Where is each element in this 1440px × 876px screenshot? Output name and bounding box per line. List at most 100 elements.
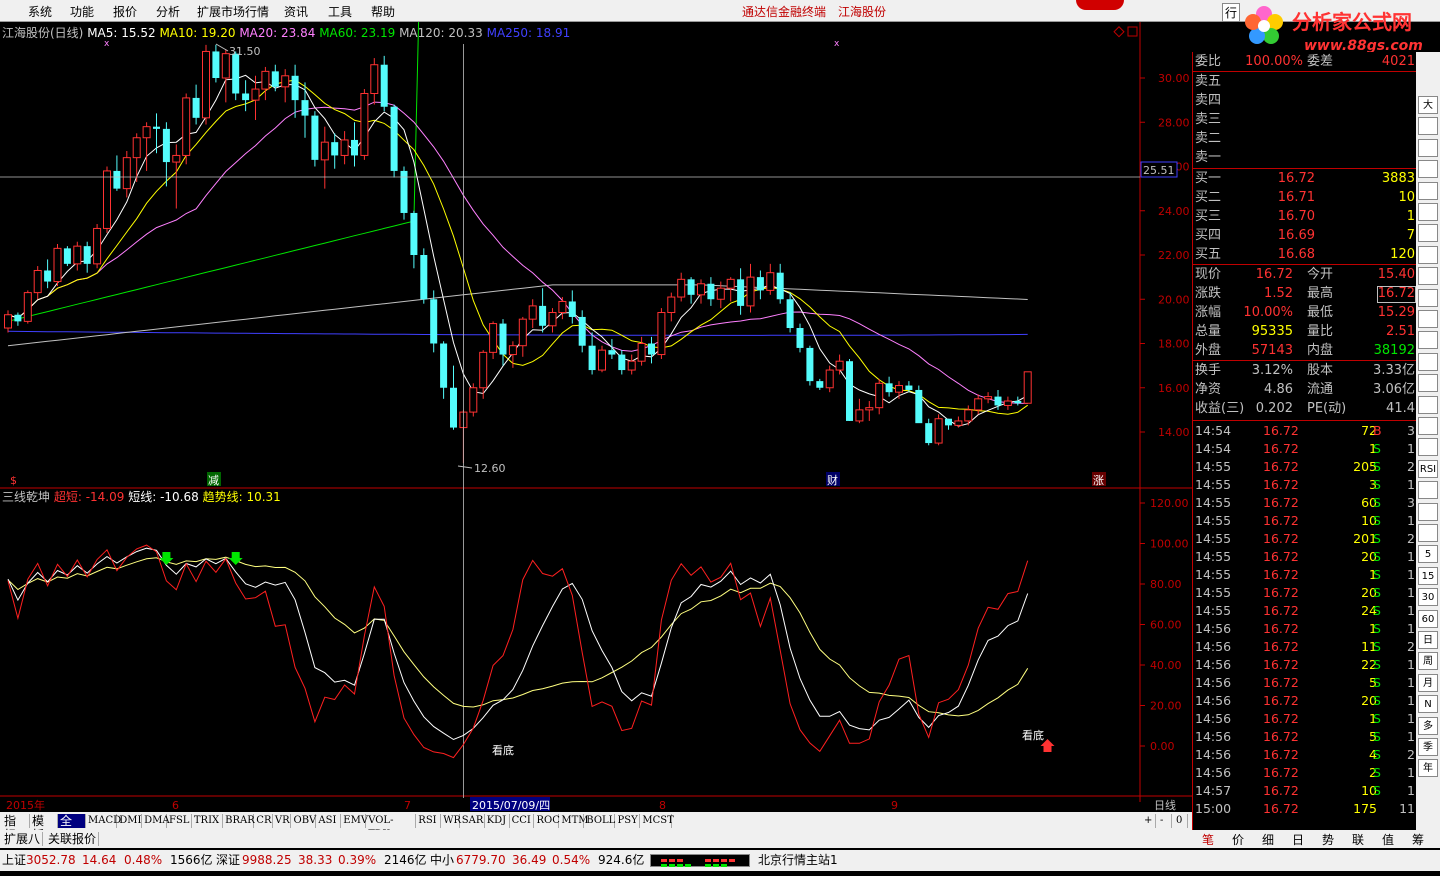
toolbar-button-17[interactable]: RSI [1418, 459, 1438, 478]
toolbar-button-7[interactable] [1418, 245, 1438, 264]
quote-tab-6[interactable]: 值 [1374, 831, 1402, 847]
tick-time: 14:55 [1195, 585, 1232, 600]
toolbar-button-27[interactable]: 月 [1418, 673, 1438, 692]
indicator-tab-fsl[interactable]: FSL [167, 814, 192, 828]
toolbar-button-19[interactable] [1418, 502, 1438, 521]
indicator-tab-vr[interactable]: VR [273, 814, 292, 828]
indicator-tab-mtm[interactable]: MTM [559, 814, 589, 828]
quote-tab-1[interactable]: 价 [1224, 831, 1252, 847]
tick-time: 14:56 [1195, 675, 1232, 690]
toolbar-button-11[interactable] [1418, 331, 1438, 350]
indicator-tab-brar[interactable]: BRAR [223, 814, 255, 828]
toolbar-button-13[interactable] [1418, 374, 1438, 393]
candle-body-down [539, 305, 547, 326]
toolbar-button-29[interactable]: 多 [1418, 716, 1438, 735]
server-label[interactable]: 北京行情主站1 [758, 850, 838, 871]
indicator-tab-roc[interactable]: ROC [535, 814, 560, 828]
candle-body-down [756, 277, 764, 291]
indicator-tab-macd[interactable]: MACD [86, 814, 121, 828]
toolbar-button-5[interactable] [1418, 203, 1438, 221]
zoom-control-2[interactable]: 0 [1174, 814, 1188, 828]
quote-tab-7[interactable]: 筹 [1404, 831, 1432, 847]
quote-tab-3[interactable]: 日 [1284, 831, 1312, 847]
indicator-tab-kdj[interactable]: KDJ [485, 814, 510, 828]
indicator-tab-psy[interactable]: PSY [616, 814, 641, 828]
buy-level-label: 买三 [1195, 209, 1222, 224]
tab-extend8[interactable]: 扩展八 [2, 832, 44, 846]
menu-quote[interactable]: 报价 [113, 3, 137, 20]
toolbar-button-4[interactable] [1418, 181, 1438, 200]
toolbar-button-3[interactable] [1418, 160, 1438, 179]
menu-function[interactable]: 功能 [70, 3, 94, 20]
indicator-tab-dma[interactable]: DMA [142, 814, 170, 828]
stat-value: 57143 [1251, 343, 1293, 358]
toolbar-button-18[interactable] [1418, 481, 1438, 500]
buy-level-label: 买一 [1195, 171, 1222, 186]
toolbar-button-16[interactable] [1418, 438, 1438, 457]
indicator-tab-rsi[interactable]: RSI [416, 814, 442, 828]
toolbar-button-12[interactable] [1418, 352, 1438, 371]
candle-body-down [687, 279, 695, 295]
toolbar-button-22[interactable]: 15 [1418, 566, 1438, 585]
menu-extended-market[interactable]: 扩展市场行情 [197, 3, 269, 20]
tick-side: S [1373, 747, 1381, 762]
menu-analysis[interactable]: 分析 [156, 3, 180, 20]
menu-tools[interactable]: 工具 [328, 3, 352, 20]
quote-tab-0[interactable]: 笔 [1194, 831, 1222, 847]
toolbar-button-1[interactable] [1418, 117, 1438, 136]
toolbar-button-20[interactable] [1418, 524, 1438, 542]
toolbar-button-28[interactable]: N [1418, 695, 1438, 714]
toolbar-button-25[interactable]: 日 [1418, 631, 1438, 649]
toolbar-button-30[interactable]: 季 [1418, 738, 1438, 756]
menu-help[interactable]: 帮助 [371, 3, 395, 20]
toolbar-button-9[interactable] [1418, 288, 1438, 307]
indicator-tab-mcst[interactable]: MCST [640, 814, 674, 828]
indicator-tab-cci[interactable]: CCI [510, 814, 535, 828]
toolbar-button-6[interactable] [1418, 224, 1438, 243]
quote-tab-2[interactable]: 细 [1254, 831, 1282, 847]
toolbar-button-31[interactable]: 年 [1418, 759, 1438, 778]
indicator-tab-trix[interactable]: TRIX [192, 814, 224, 828]
tick-side: S [1373, 675, 1381, 690]
indicator-tab-vol-tdx[interactable]: VOL-TDX [366, 814, 417, 840]
indicator-tab-全部[interactable]: 全部 [58, 814, 86, 842]
quote-tab-4[interactable]: 势 [1314, 831, 1342, 847]
indicator-tab-obv[interactable]: OBV [292, 814, 317, 828]
tick-price: 16.72 [1263, 711, 1299, 726]
toolbar-button-23[interactable]: 30 [1418, 588, 1438, 607]
toolbar-button-15[interactable] [1418, 417, 1438, 435]
kline-chart-area[interactable]: 30.0028.0026.0024.0022.0020.0018.0016.00… [0, 22, 1192, 812]
indicator-tab-cr[interactable]: CR [254, 814, 273, 828]
menu-system[interactable]: 系统 [28, 3, 52, 20]
tab-related-quote[interactable]: 关联报价 [46, 832, 100, 846]
period-label: 日线 [1154, 798, 1176, 812]
indicator-tab-dmi[interactable]: DMI [117, 814, 143, 828]
toolbar-button-24[interactable]: 60 [1418, 609, 1438, 628]
bottom-signal-label-2: 看底 [1022, 728, 1044, 742]
candle-body-down [885, 383, 893, 393]
menu-fragment[interactable]: 行 [1222, 3, 1241, 22]
indicator-tab-wr[interactable]: WR [441, 814, 461, 828]
toolbar-button-26[interactable]: 周 [1418, 652, 1438, 671]
indicator-tab-boll[interactable]: BOLL [584, 814, 616, 828]
candle-body-up [73, 245, 82, 265]
candle-body-up [766, 272, 775, 291]
indicator-name[interactable]: 三线乾坤 [2, 490, 50, 504]
toolbar-button-8[interactable] [1418, 267, 1438, 286]
indicator-tab-asi[interactable]: ASI [316, 814, 342, 828]
tick-row: 14:54 16.72 72 B 3 [1193, 422, 1417, 440]
toolbar-button-0[interactable]: 大 [1418, 96, 1438, 114]
toolbar-button-14[interactable] [1418, 395, 1438, 414]
quote-tab-5[interactable]: 联 [1344, 831, 1372, 847]
indicator-tab-emv[interactable]: EMV [341, 814, 368, 828]
toolbar-button-10[interactable] [1418, 310, 1438, 328]
menu-news[interactable]: 资讯 [284, 3, 308, 20]
indicator-tab-sar[interactable]: SAR [460, 814, 485, 828]
indicator-tab-模板[interactable]: 模板 [30, 814, 58, 842]
toolbar-button-2[interactable] [1418, 138, 1438, 157]
zoom-control-1[interactable]: - [1158, 814, 1172, 828]
zoom-control-0[interactable]: + [1142, 814, 1156, 828]
toolbar-button-21[interactable]: 5 [1418, 545, 1438, 564]
indicator-tab-指标[interactable]: 指标 [2, 814, 30, 842]
tick-count: 3 [1407, 423, 1415, 438]
